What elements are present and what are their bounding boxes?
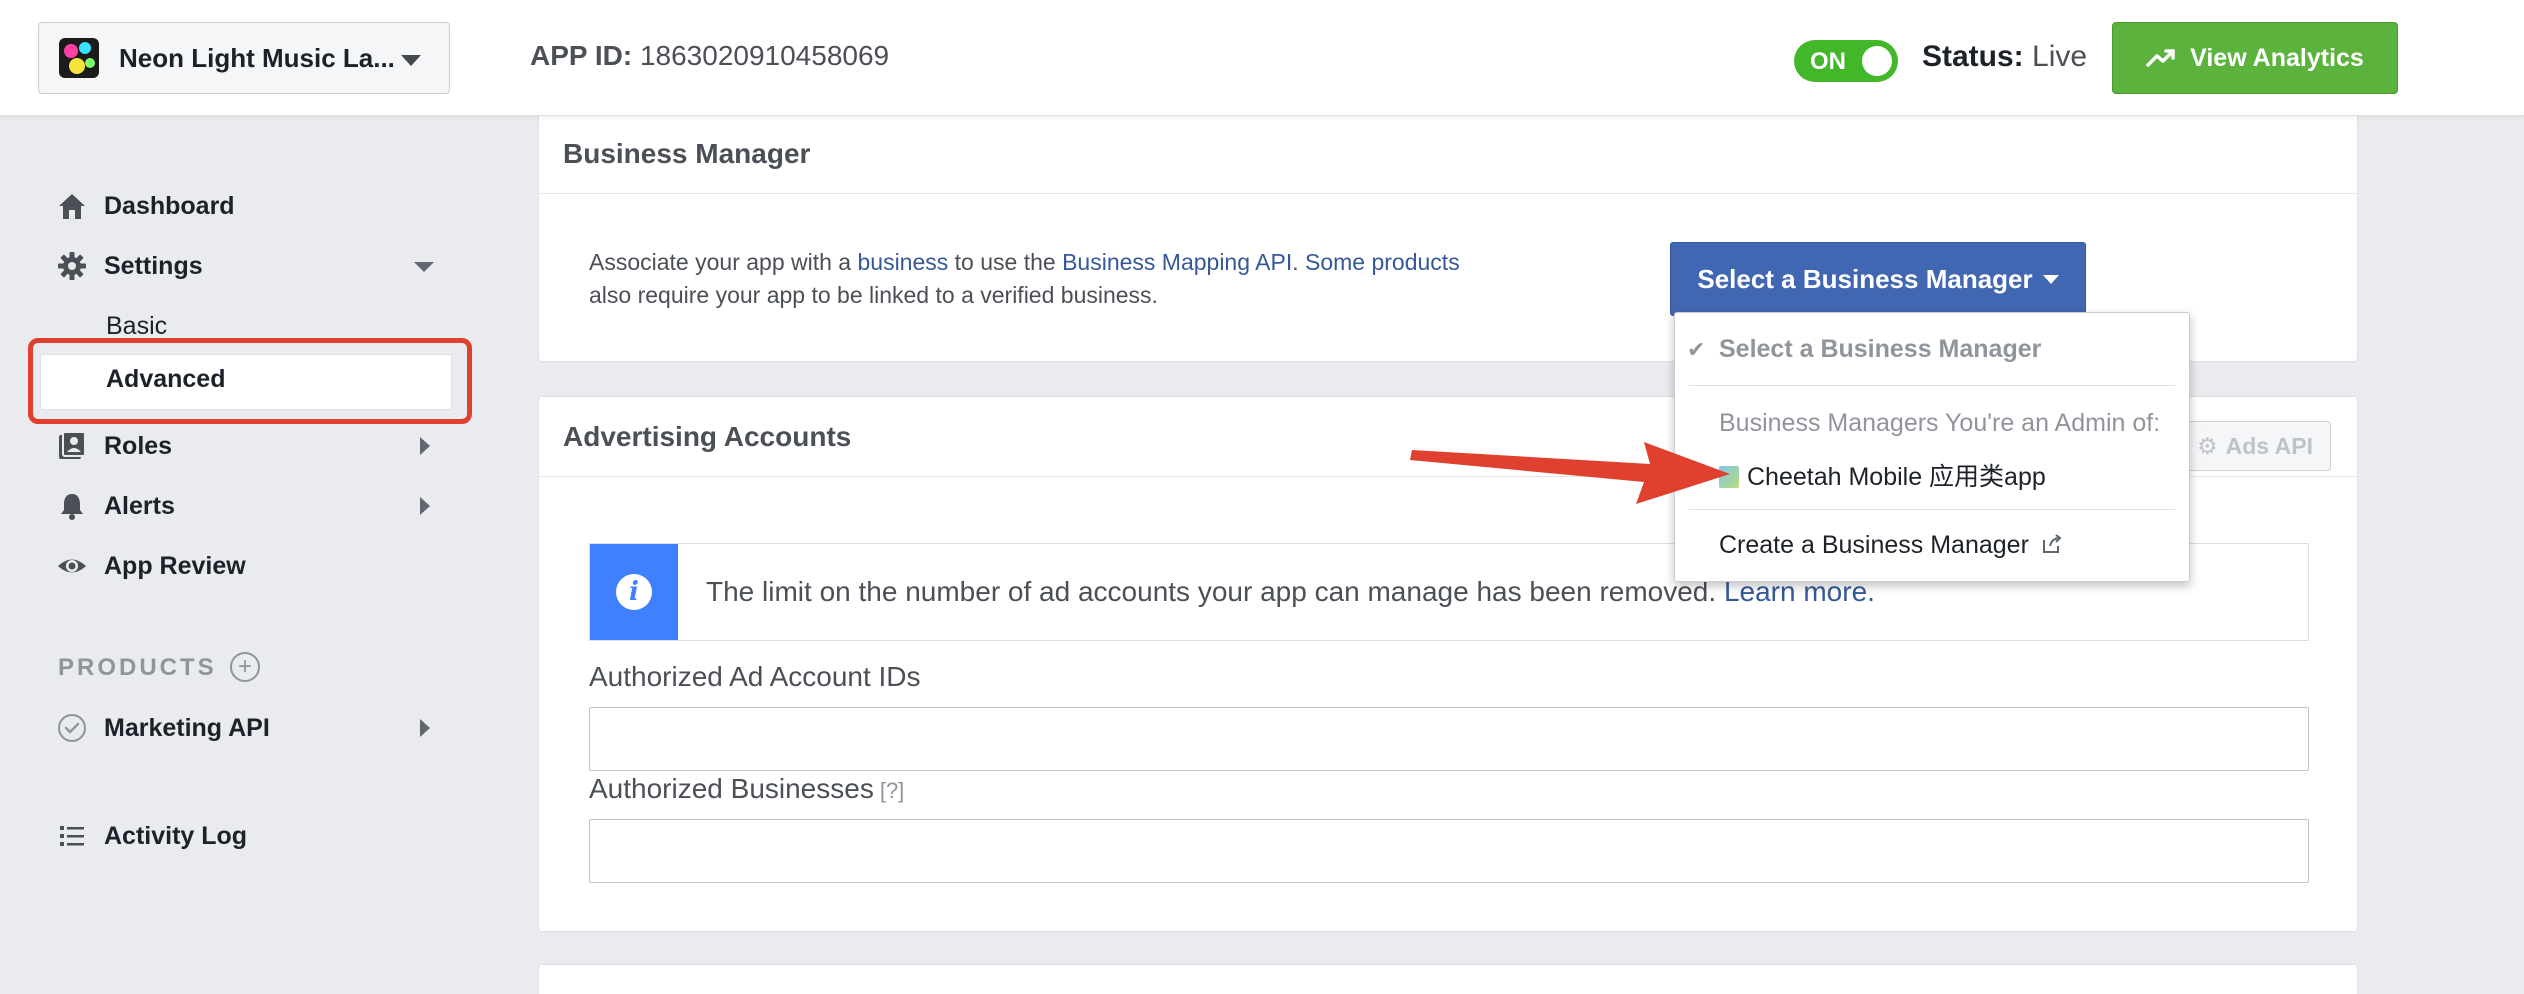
business-mapping-api-link[interactable]: Business Mapping API bbox=[1062, 249, 1292, 275]
desc-text: . bbox=[1292, 249, 1305, 275]
dropdown-option-selected[interactable]: ✔ Select a Business Manager bbox=[1675, 335, 2189, 364]
authorized-ad-account-ids-input[interactable] bbox=[589, 707, 2309, 771]
status-label: Status: bbox=[1922, 40, 2024, 73]
business-link[interactable]: business bbox=[857, 249, 948, 275]
authorized-ad-account-ids-label: Authorized Ad Account IDs bbox=[589, 661, 921, 692]
authorized-businesses-input[interactable] bbox=[589, 819, 2309, 883]
app-id-value: 1863020910458069 bbox=[639, 40, 890, 71]
dropdown-option-label: Select a Business Manager bbox=[1719, 335, 2042, 363]
add-product-icon[interactable]: + bbox=[230, 652, 260, 682]
view-analytics-button[interactable]: View Analytics bbox=[2112, 22, 2398, 94]
sidebar: Dashboard Settings Basic Advanced Roles … bbox=[0, 116, 520, 994]
some-products-link[interactable]: Some products bbox=[1305, 249, 1460, 275]
gear-icon bbox=[56, 250, 88, 282]
sidebar-item-app-review[interactable]: App Review bbox=[56, 544, 246, 588]
sidebar-item-label: Activity Log bbox=[104, 821, 248, 850]
sidebar-item-activity-log[interactable]: Activity Log bbox=[56, 814, 247, 858]
info-icon: i bbox=[590, 544, 678, 640]
select-business-manager-label: Select a Business Manager bbox=[1697, 263, 2033, 294]
toggle-label: ON bbox=[1810, 48, 1846, 75]
app-status: Status: Live bbox=[1922, 40, 2087, 74]
sidebar-subitem-advanced[interactable] bbox=[40, 354, 452, 410]
top-bar: Neon Light Music La... APP ID: 186302091… bbox=[0, 0, 2524, 116]
chevron-down-icon[interactable] bbox=[414, 262, 434, 272]
dropdown-section-heading: Business Managers You're an Admin of: bbox=[1719, 409, 2161, 437]
business-manager-dropdown: ✔ Select a Business Manager Business Man… bbox=[1674, 312, 2190, 582]
next-section-card bbox=[538, 964, 2358, 994]
sidebar-item-label: Settings bbox=[104, 251, 203, 280]
annotation-arrow-icon bbox=[1410, 442, 1730, 504]
check-circle-icon bbox=[56, 712, 88, 744]
dropdown-option-cheetah-mobile[interactable]: Cheetah Mobile 应用类app bbox=[1675, 457, 2189, 493]
sidebar-item-label: Dashboard bbox=[104, 191, 235, 220]
home-icon bbox=[56, 190, 88, 222]
dropdown-divider bbox=[1689, 509, 2175, 510]
business-manager-description: Associate your app with a business to us… bbox=[589, 246, 1489, 312]
trending-up-icon bbox=[2146, 49, 2175, 67]
sidebar-item-label: App Review bbox=[104, 551, 246, 580]
sidebar-item-label: Marketing API bbox=[104, 713, 270, 742]
chevron-right-icon[interactable] bbox=[420, 719, 430, 737]
sidebar-subitem-basic[interactable]: Basic bbox=[106, 312, 167, 341]
sidebar-item-dashboard[interactable]: Dashboard bbox=[56, 184, 235, 228]
list-icon bbox=[56, 820, 88, 852]
ads-api-label: Ads API bbox=[2225, 432, 2313, 459]
check-icon: ✔ bbox=[1687, 337, 1706, 362]
notice-message: The limit on the number of ad accounts y… bbox=[706, 576, 1724, 607]
sidebar-item-marketing-api[interactable]: Marketing API bbox=[56, 706, 270, 750]
dropdown-divider bbox=[1689, 385, 2175, 386]
authorized-businesses-label: Authorized Businesses [?] bbox=[589, 773, 904, 805]
sidebar-item-label: Alerts bbox=[104, 491, 175, 520]
ads-api-button[interactable]: ⚙ Ads API bbox=[2179, 421, 2331, 471]
toggle-knob bbox=[1862, 46, 1892, 76]
caret-down-icon bbox=[2042, 274, 2059, 284]
roles-icon bbox=[56, 430, 88, 462]
external-link-icon bbox=[2042, 534, 2062, 553]
app-selector[interactable]: Neon Light Music La... bbox=[38, 22, 450, 94]
desc-text: also require your app to be linked to a … bbox=[589, 282, 1158, 308]
sidebar-item-alerts[interactable]: Alerts bbox=[56, 484, 175, 528]
sidebar-subitem-advanced-label[interactable]: Advanced bbox=[106, 365, 225, 394]
gear-icon: ⚙ bbox=[2197, 432, 2218, 459]
products-heading: PRODUCTS bbox=[58, 654, 217, 681]
live-toggle[interactable]: ON bbox=[1794, 40, 1898, 82]
help-hint[interactable]: [?] bbox=[880, 778, 904, 803]
app-id: APP ID: 1863020910458069 bbox=[530, 40, 889, 72]
dropdown-option-label: Cheetah Mobile 应用类app bbox=[1747, 463, 2046, 491]
eye-icon bbox=[56, 550, 88, 582]
sidebar-item-settings[interactable]: Settings bbox=[56, 244, 203, 288]
chevron-right-icon[interactable] bbox=[420, 497, 430, 515]
chevron-right-icon[interactable] bbox=[420, 437, 430, 455]
app-icon bbox=[59, 38, 99, 78]
bell-icon bbox=[56, 490, 88, 522]
app-id-label: APP ID: bbox=[530, 40, 633, 71]
app-name: Neon Light Music La... bbox=[119, 42, 395, 73]
chevron-down-icon bbox=[401, 55, 421, 66]
desc-text: to use the bbox=[948, 249, 1063, 275]
authorized-businesses-text: Authorized Businesses bbox=[589, 773, 874, 804]
sidebar-item-roles[interactable]: Roles bbox=[56, 424, 172, 468]
select-business-manager-button[interactable]: Select a Business Manager bbox=[1670, 242, 2086, 316]
view-analytics-label: View Analytics bbox=[2190, 43, 2364, 72]
sidebar-item-label: Roles bbox=[104, 431, 173, 460]
status-value: Live bbox=[2032, 40, 2088, 73]
dropdown-option-label: Create a Business Manager bbox=[1719, 531, 2029, 559]
desc-text: Associate your app with a bbox=[589, 249, 858, 275]
create-business-manager-option[interactable]: Create a Business Manager bbox=[1675, 531, 2189, 560]
